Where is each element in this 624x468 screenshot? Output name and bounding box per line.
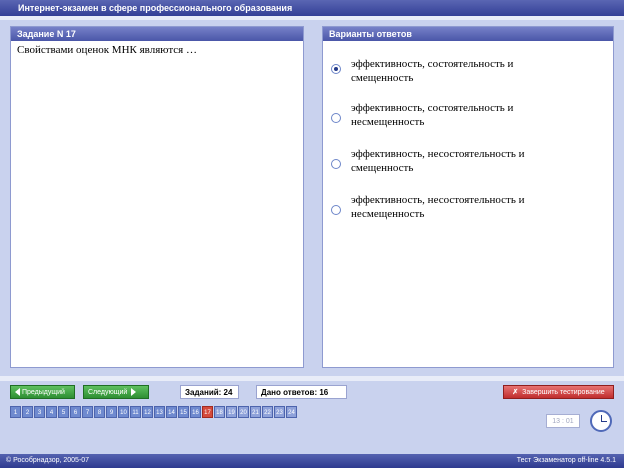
question-header: Задание N 17 <box>11 27 303 41</box>
page-number-button[interactable]: 4 <box>46 406 57 418</box>
page-number-button[interactable]: 21 <box>250 406 261 418</box>
page-number-button[interactable]: 8 <box>94 406 105 418</box>
page-number-button[interactable]: 5 <box>58 406 69 418</box>
finish-test-label: Завершить тестирование <box>522 389 605 396</box>
answered-count: Дано ответов: 16 <box>256 385 347 399</box>
timer-display: 13 : 01 <box>546 414 580 428</box>
copyright: © Рособрнадзор, 2005-07 <box>6 457 90 464</box>
finish-test-button[interactable]: ✗ Завершить тестирование <box>503 385 614 399</box>
prev-button[interactable]: Предыдущий <box>10 385 75 399</box>
radio-button[interactable] <box>331 159 341 169</box>
page-number-button[interactable]: 24 <box>286 406 297 418</box>
page-number-button[interactable]: 12 <box>142 406 153 418</box>
arrow-left-icon <box>15 388 20 397</box>
page-number-button[interactable]: 22 <box>262 406 273 418</box>
title-bar: Интернет-экзамен в сфере профессионально… <box>0 0 624 16</box>
footer: © Рособрнадзор, 2005-07 Тест Экзаменатор… <box>0 454 624 468</box>
page-number-button[interactable]: 6 <box>70 406 81 418</box>
prev-button-label: Предыдущий <box>21 389 65 396</box>
page-number-button[interactable]: 10 <box>118 406 129 418</box>
answer-option-label: эффективность, состоятельность и несмеще… <box>351 102 514 128</box>
page-number-button[interactable]: 19 <box>226 406 237 418</box>
page-number-button[interactable]: 1 <box>10 406 21 418</box>
page-number-button[interactable]: 3 <box>34 406 45 418</box>
page-selector: 1 2 3 4 5 6 7 8 9 10 11 12 13 14 15 16 17 18 19 20 21 22 23 24 <box>10 406 298 418</box>
question-text: Свойствами оценок МНК являются … <box>17 44 197 56</box>
page-number-button[interactable]: 15 <box>178 406 189 418</box>
clock-icon <box>590 410 612 432</box>
page-number-button[interactable]: 20 <box>238 406 249 418</box>
header-strip <box>0 16 624 20</box>
radio-button[interactable] <box>331 205 341 215</box>
version: Тест Экзаменатор off-line 4.5.1 <box>516 457 616 464</box>
page-number-button[interactable]: 9 <box>106 406 117 418</box>
arrow-right-icon <box>131 388 137 397</box>
radio-button[interactable] <box>331 113 341 123</box>
answers-panel: Варианты ответов эффективность, состояте… <box>322 26 614 368</box>
page-number-button[interactable]: 7 <box>82 406 93 418</box>
page-number-button[interactable]: 11 <box>130 406 141 418</box>
next-button-label: Следующий <box>88 389 128 396</box>
runner-icon: ✗ <box>512 389 519 396</box>
page-number-button[interactable]: 23 <box>274 406 285 418</box>
answer-option-label: эффективность, несостоятельность и смеще… <box>351 148 525 174</box>
answers-header: Варианты ответов <box>323 27 613 41</box>
footer-strip <box>0 376 624 381</box>
next-button[interactable]: Следующий <box>83 385 149 399</box>
answer-option-label: эффективность, состоятельность и смещенн… <box>351 58 514 84</box>
page-number-button[interactable]: 14 <box>166 406 177 418</box>
page-number-button[interactable]: 18 <box>214 406 225 418</box>
answer-option-label: эффективность, несостоятельность и несме… <box>351 194 525 220</box>
tasks-count: Заданий: 24 <box>180 385 239 399</box>
window-title: Интернет-экзамен в сфере профессионально… <box>18 3 293 13</box>
radio-button-selected[interactable] <box>331 64 341 74</box>
question-panel: Задание N 17 Свойствами оценок МНК являю… <box>10 26 304 368</box>
page-number-button[interactable]: 16 <box>190 406 201 418</box>
page-number-button[interactable]: 13 <box>154 406 165 418</box>
page-number-button[interactable]: 17 <box>202 406 213 418</box>
page-number-button[interactable]: 2 <box>22 406 33 418</box>
